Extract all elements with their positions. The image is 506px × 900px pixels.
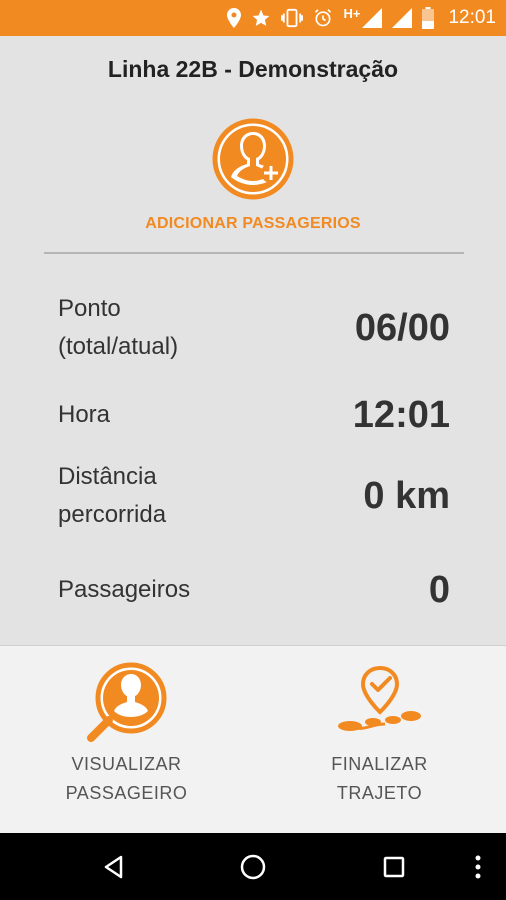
finish-route-label: FINALIZAR TRAJETO xyxy=(253,750,506,808)
vibrate-icon xyxy=(281,8,304,28)
stat-label-ponto-line2: (total/atual) xyxy=(58,333,179,360)
stat-value-passageiros: 0 xyxy=(428,569,450,611)
stat-label-distancia-line1: Distância xyxy=(58,463,157,490)
add-passengers-label[interactable]: ADICIONAR PASSAGERIOS xyxy=(0,215,506,233)
finish-route-button[interactable]: FINALIZAR TRAJETO xyxy=(253,646,506,834)
view-passenger-label-line2: PASSAGEIRO xyxy=(65,783,188,803)
signal-icon xyxy=(362,8,383,28)
navigation-bar xyxy=(0,833,506,900)
divider xyxy=(44,252,464,254)
status-bar: H+ 12:01 xyxy=(0,0,506,36)
home-button[interactable] xyxy=(229,833,277,900)
view-passenger-button[interactable]: VISUALIZAR PASSAGEIRO xyxy=(0,646,253,834)
add-passengers-button[interactable] xyxy=(0,118,506,200)
route-check-icon[interactable] xyxy=(335,660,425,744)
back-icon[interactable] xyxy=(101,854,127,880)
add-person-icon[interactable] xyxy=(212,118,294,200)
location-icon xyxy=(227,8,242,28)
stat-label-ponto-line1: Ponto xyxy=(58,295,121,322)
stat-label-hora: Hora xyxy=(58,401,111,428)
stat-value-ponto: 06/00 xyxy=(354,307,450,349)
status-time: 12:01 xyxy=(448,7,496,28)
stat-label-distancia: Distância percorrida xyxy=(58,458,166,534)
stat-value-distancia: 0 km xyxy=(363,475,450,517)
network-type: H+ xyxy=(343,5,361,21)
finish-route-icon-box xyxy=(253,660,506,744)
page-title: Linha 22B - Demonstração xyxy=(107,56,399,82)
recents-button[interactable] xyxy=(370,833,418,900)
star-icon xyxy=(253,9,270,26)
back-button[interactable] xyxy=(90,833,138,900)
finish-route-label-line2: TRAJETO xyxy=(336,783,423,803)
bottom-actions-panel: VISUALIZAR PASSAGEIRO FINALIZAR TRAJETO xyxy=(0,645,506,834)
view-passenger-icon-box xyxy=(0,660,253,744)
more-button[interactable] xyxy=(462,833,494,900)
stat-label-ponto: Ponto (total/atual) xyxy=(58,290,178,366)
battery-icon xyxy=(422,7,435,29)
view-passenger-label: VISUALIZAR PASSAGEIRO xyxy=(0,750,253,808)
stat-label-passageiros: Passageiros xyxy=(58,576,191,603)
more-icon[interactable] xyxy=(474,854,482,880)
home-icon[interactable] xyxy=(239,853,267,881)
finish-route-label-line1: FINALIZAR xyxy=(331,754,428,774)
stat-label-distancia-line2: percorrida xyxy=(58,501,167,528)
status-icons: H+ 12:01 xyxy=(227,0,496,36)
alarm-icon xyxy=(315,9,332,27)
wifi-icon xyxy=(392,8,413,28)
recents-icon[interactable] xyxy=(382,855,406,879)
stat-value-hora: 12:01 xyxy=(352,394,450,436)
search-person-icon[interactable] xyxy=(85,660,169,744)
view-passenger-label-line1: VISUALIZAR xyxy=(71,754,182,774)
